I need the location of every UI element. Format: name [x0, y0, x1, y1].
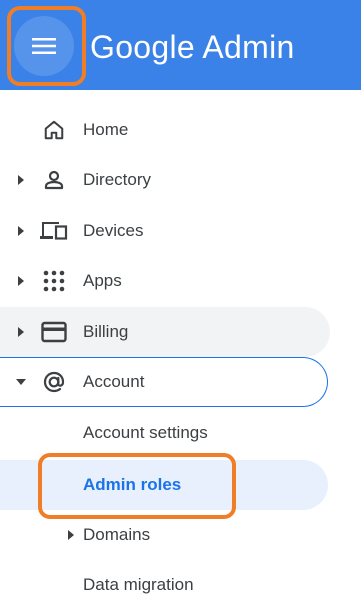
apps-grid-icon [40, 267, 68, 295]
nav-item-label: Account [83, 372, 145, 391]
nav-item-devices[interactable]: Devices [0, 206, 330, 256]
app-title[interactable]: Google Admin [90, 27, 295, 67]
expand-caret-icon[interactable] [16, 327, 26, 337]
nav-item-label: Devices [83, 221, 144, 240]
expand-caret-icon[interactable] [16, 175, 26, 185]
subnav-item-account-settings[interactable]: Account settings [0, 408, 330, 458]
menu-button-highlight [7, 6, 86, 86]
subnav-item-data-migration[interactable]: Data migration [0, 560, 330, 610]
nav-item-label: Directory [83, 170, 152, 189]
expand-caret-icon[interactable] [66, 530, 76, 540]
person-icon [40, 166, 68, 194]
nav-item-home[interactable]: Home [0, 105, 330, 155]
nav-item-billing[interactable]: Billing [0, 307, 330, 357]
expand-caret-icon[interactable] [16, 276, 26, 286]
collapse-caret-icon[interactable] [16, 377, 26, 387]
subnav-item-label: Domains [83, 525, 151, 544]
nav-item-apps[interactable]: Apps [0, 256, 330, 306]
subnav-item-label: Data migration [83, 575, 194, 594]
devices-icon [40, 217, 68, 245]
nav-item-label: Apps [83, 271, 122, 290]
top-app-bar: Google Admin [0, 0, 361, 90]
expand-caret-icon[interactable] [16, 226, 26, 236]
at-sign-icon [40, 368, 68, 396]
subnav-item-label: Account settings [83, 423, 208, 442]
nav-item-directory[interactable]: Directory [0, 155, 330, 205]
nav-item-account[interactable]: Account [0, 357, 330, 407]
nav-item-label: Home [83, 120, 129, 139]
home-icon [40, 116, 68, 144]
subnav-item-domains[interactable]: Domains [0, 510, 330, 560]
nav-item-label: Billing [83, 322, 129, 341]
credit-card-icon [40, 318, 68, 346]
